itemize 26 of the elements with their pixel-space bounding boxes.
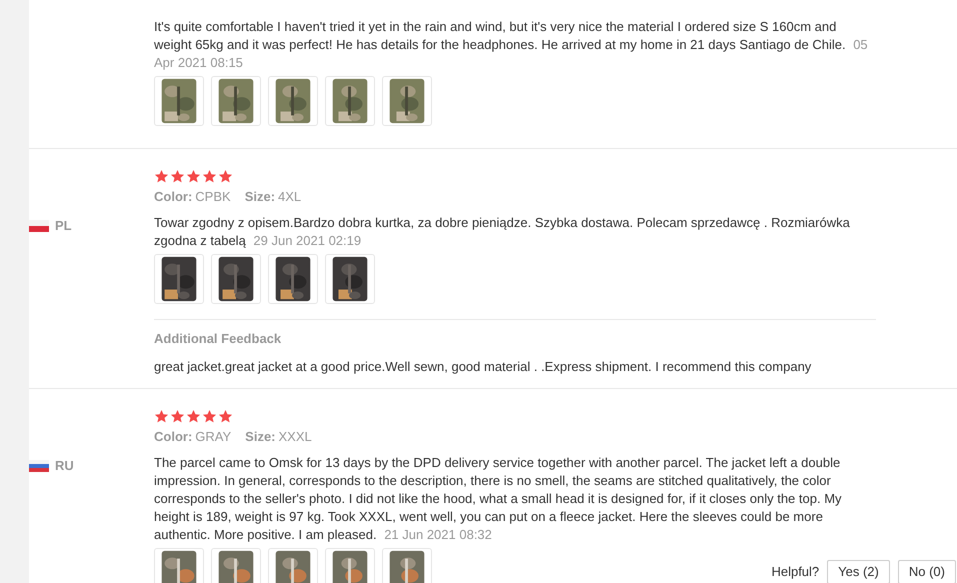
additional-feedback-text: great jacket.great jacket at a good price.Well sewn, good material . .Express shipment. I recommend this company [154,358,812,376]
size-label: Size: XXXL [245,429,312,444]
color-label: Color: GRAY [154,429,232,444]
size-label: Size: 4XL [244,189,302,204]
star-icon [170,169,185,184]
color-label: Color: CPBK [154,189,231,204]
star-icon [154,409,169,424]
star-icon [154,169,169,184]
star-icon [186,169,201,184]
star-icon [218,409,233,424]
review-text: It's quite comfortable I haven't tried it yet in the rain and wind, but it's very nice the material I ordered size S 160cm and weight 65kg and it was perfect! He has details for the headphones. He arrived at my home in 21 days Santiago de Chile. 05 Apr 2021 08:15 [154,18,869,72]
flag-icon [29,460,49,472]
star-icon [202,409,217,424]
star-icon [170,409,185,424]
star-icon [218,169,233,184]
helpful-label: Helpful? [771,563,820,581]
country-code: RU [55,459,74,473]
country-code: PL [55,219,72,233]
star-icon [186,409,201,424]
additional-feedback-heading: Additional Feedback [154,330,282,348]
no-button[interactable]: No (0) [898,560,956,583]
review-text: Towar zgodny z opisem.Bardzo dobra kurtka, za dobre pieniądze. Szybka dostawa. Polecam sprzedawcę . Rozmiarówka zgodna z tabelą 29 Jun 2021 02:19 [154,214,851,250]
star-icon [202,169,217,184]
yes-button[interactable]: Yes (2) [827,560,890,583]
flag-icon [29,220,49,232]
review-text: The parcel came to Omsk for 13 days by the DPD delivery service together with another parcel. The jacket left a double impression. In general, corresponds to the description, there is no smell, the seams are stitched qualitatively, the color corresponds to the seller's photo. I did not like the hood, what a small head it is designed for, if it closes only the top. My height is 189, weight is 97 kg. Took XXXL, went well, you can put on a fleece jacket. Here the sleeves could be more authentic. More positive. I am pleased. 21 Jun 2021 08:32 [154,454,843,544]
